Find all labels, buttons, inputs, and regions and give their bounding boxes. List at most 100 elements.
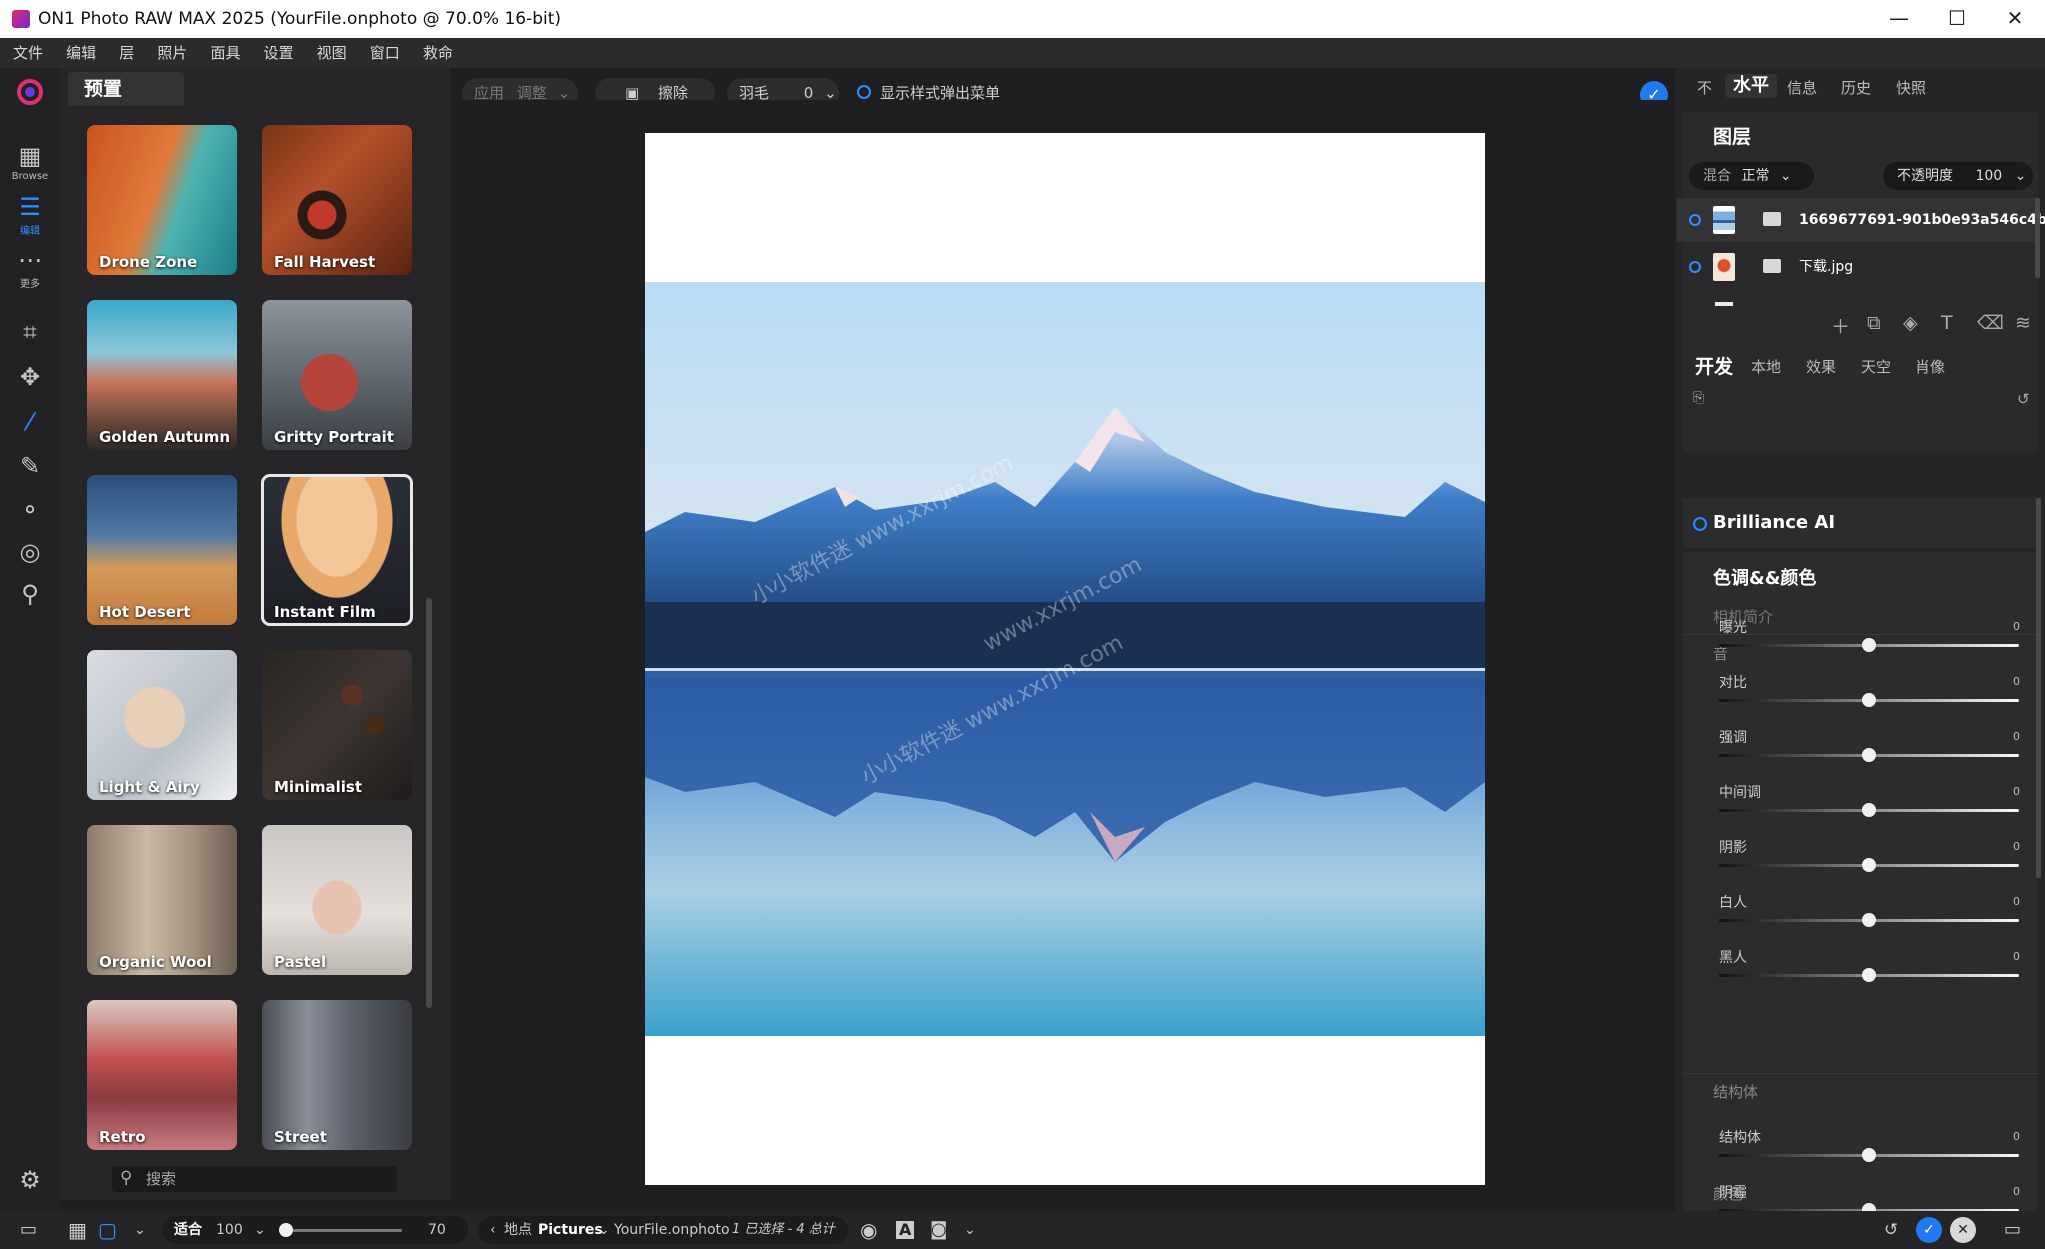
preset-search[interactable]: ⚲ 搜索 xyxy=(112,1166,397,1192)
apply-check-icon[interactable]: ✓ xyxy=(1916,1217,1942,1243)
presets-scrollbar[interactable] xyxy=(426,598,432,1008)
fill-layer-icon[interactable]: ◈ xyxy=(1903,312,1918,334)
layer-visibility-radio[interactable] xyxy=(1689,261,1701,273)
slider-value[interactable]: 0 xyxy=(2013,675,2020,688)
preset-fall-harvest[interactable]: Fall Harvest xyxy=(262,125,412,275)
move-icon[interactable]: ✥ xyxy=(0,363,60,391)
chevron-down-icon[interactable]: ⌄ xyxy=(964,1211,976,1249)
preset-light-airy[interactable]: Light & Airy xyxy=(87,650,237,800)
tab-info[interactable]: 信息 xyxy=(1787,76,1817,100)
minimize-button[interactable]: — xyxy=(1870,0,1928,38)
menu-window[interactable]: 窗口 xyxy=(370,38,400,68)
slider-knob[interactable] xyxy=(1862,693,1876,707)
preset-instant-film[interactable]: Instant Film xyxy=(261,474,413,626)
edit-tool[interactable]: ☰ 编辑 xyxy=(0,193,60,237)
layer-visibility-radio[interactable] xyxy=(1689,214,1701,226)
reset-icon[interactable]: ↺ xyxy=(2017,390,2030,408)
layers-scrollbar[interactable] xyxy=(2035,198,2040,278)
slider-knob[interactable] xyxy=(1862,1148,1876,1162)
slider-value[interactable]: 0 xyxy=(2013,620,2020,633)
tab-develop[interactable]: 开发 xyxy=(1695,352,1733,379)
add-layer-icon[interactable]: ＋ xyxy=(1831,312,1850,339)
tab-effects[interactable]: 效果 xyxy=(1806,356,1836,377)
grid-view-icon[interactable]: ▦ xyxy=(68,1211,87,1249)
slider-value[interactable]: 0 xyxy=(2013,1130,2020,1143)
slider-knob[interactable] xyxy=(1862,968,1876,982)
export-icon[interactable]: ⎘ xyxy=(1693,390,1704,406)
browse-tool[interactable]: ▦ Browse xyxy=(0,142,60,182)
delete-layer-icon[interactable]: ⌫ xyxy=(1977,312,2004,334)
tab-levels[interactable]: 水平 xyxy=(1725,74,1777,98)
adjustments-scrollbar[interactable] xyxy=(2036,498,2041,878)
fit-button[interactable]: 适合 xyxy=(174,1211,202,1249)
slider-value[interactable]: 0 xyxy=(2013,840,2020,853)
menu-file[interactable]: 文件 xyxy=(13,38,43,68)
chevron-down-icon[interactable]: ⌄ xyxy=(598,1211,610,1249)
chevron-down-icon[interactable]: ⌄ xyxy=(134,1211,146,1249)
photo-image[interactable]: 小小软件迷 www.xxrjm.com www.xxrjm.com 小小软件迷 … xyxy=(645,282,1485,1036)
preset-gritty-portrait[interactable]: Gritty Portrait xyxy=(262,300,412,450)
brush-icon[interactable]: ⁄ xyxy=(0,408,60,436)
slider-knob[interactable] xyxy=(1862,638,1876,652)
adjust-brush-icon[interactable]: ✎ xyxy=(0,452,60,480)
layer-mask-icon[interactable] xyxy=(1763,259,1781,273)
cancel-x-icon[interactable]: ✕ xyxy=(1950,1217,1976,1243)
slider-knob[interactable] xyxy=(1862,913,1876,927)
layer-row[interactable]: 1669677691-901b0e93a546c4b (1).jpg xyxy=(1677,198,2045,242)
slider-knob[interactable] xyxy=(1862,803,1876,817)
preset-minimalist[interactable]: Minimalist xyxy=(262,650,412,800)
brilliance-toggle[interactable] xyxy=(1693,517,1707,531)
tab-snapshots[interactable]: 快照 xyxy=(1896,76,1926,100)
menu-photo[interactable]: 照片 xyxy=(157,38,187,68)
presets-tab[interactable]: 预置 xyxy=(68,72,184,106)
slider-value[interactable]: 0 xyxy=(2013,785,2020,798)
preset-organic-wool[interactable]: Organic Wool xyxy=(87,825,237,975)
thumbnail-size-knob[interactable] xyxy=(279,1223,293,1237)
single-view-icon[interactable]: ▢ xyxy=(98,1211,117,1249)
menu-view[interactable]: 视图 xyxy=(317,38,347,68)
preset-drone-zone[interactable]: Drone Zone xyxy=(87,125,237,275)
slider-value[interactable]: 0 xyxy=(2013,1185,2020,1198)
layer-row[interactable]: 下载.jpg xyxy=(1677,245,2037,289)
toggle-left-panel-icon[interactable]: ▭ xyxy=(20,1211,37,1249)
eye-icon[interactable]: ◉ xyxy=(860,1211,877,1249)
preset-street[interactable]: Street xyxy=(262,1000,412,1150)
opacity-dropdown[interactable]: 不透明度 100 ⌄ xyxy=(1883,162,2033,190)
duplicate-layer-icon[interactable]: ⧉ xyxy=(1867,312,1881,334)
slider-value[interactable]: 0 xyxy=(2013,950,2020,963)
close-button[interactable]: ✕ xyxy=(1986,0,2044,38)
menu-mask[interactable]: 面具 xyxy=(210,38,240,68)
maximize-button[interactable]: ☐ xyxy=(1928,0,1986,38)
toggle-right-panel-icon[interactable]: ▭ xyxy=(2004,1211,2021,1249)
tab-local[interactable]: 本地 xyxy=(1751,356,1781,377)
menu-layer[interactable]: 层 xyxy=(119,38,134,68)
mask-view-icon[interactable]: ◙ xyxy=(930,1211,947,1249)
tab-sky[interactable]: 天空 xyxy=(1861,356,1891,377)
layers-stack-icon[interactable]: ≋ xyxy=(2015,312,2031,334)
tab-navigator[interactable]: 不 xyxy=(1697,76,1712,100)
menu-edit[interactable]: 编辑 xyxy=(66,38,96,68)
slider-knob[interactable] xyxy=(1862,748,1876,762)
thumbnail-size-slider[interactable] xyxy=(282,1229,402,1232)
tab-history[interactable]: 历史 xyxy=(1841,76,1871,100)
zoom-value[interactable]: 100 xyxy=(216,1211,243,1249)
text-layer-icon[interactable]: T xyxy=(1941,312,1953,334)
auto-icon[interactable]: A xyxy=(896,1221,915,1239)
layer-mask-icon[interactable] xyxy=(1763,212,1781,226)
blend-mode-dropdown[interactable]: 混合 正常 ⌄ xyxy=(1689,162,1814,190)
preset-pastel[interactable]: Pastel xyxy=(262,825,412,975)
menu-settings[interactable]: 设置 xyxy=(264,38,294,68)
tab-portrait[interactable]: 肖像 xyxy=(1915,356,1945,377)
clone-icon[interactable]: ⚬ xyxy=(0,496,60,524)
slider-value[interactable]: 0 xyxy=(2013,730,2020,743)
preset-golden-autumn[interactable]: Golden Autumn xyxy=(87,300,237,450)
extras-icon[interactable]: ⚙ xyxy=(0,1166,60,1194)
more-tool[interactable]: ⋯ 更多 xyxy=(0,246,60,290)
chevron-down-icon[interactable]: ⌄ xyxy=(254,1211,266,1249)
slider-value[interactable]: 0 xyxy=(2013,895,2020,908)
chevron-left-icon[interactable]: ‹ xyxy=(490,1211,496,1249)
undo-icon[interactable]: ↺ xyxy=(1884,1211,1898,1249)
zoom-icon[interactable]: ⚲ xyxy=(0,580,60,608)
menu-help[interactable]: 救命 xyxy=(423,38,453,68)
show-popup-radio[interactable] xyxy=(857,85,871,99)
